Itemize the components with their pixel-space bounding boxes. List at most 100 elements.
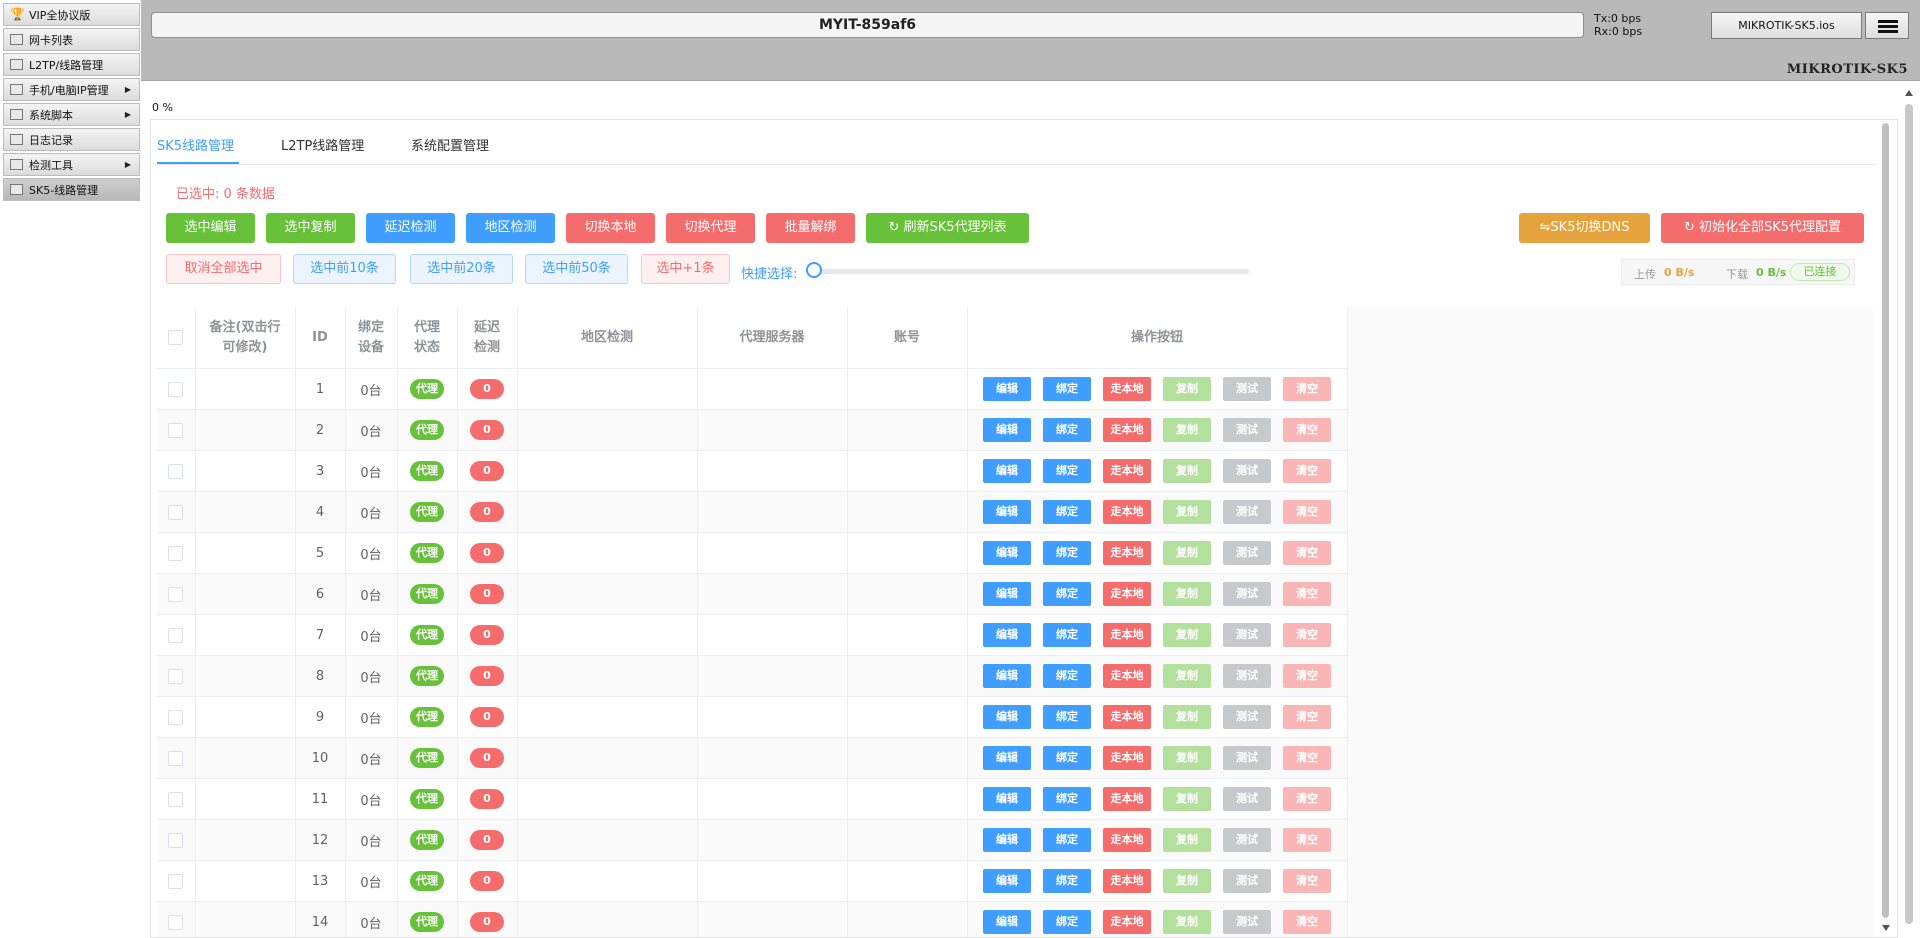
panel-scrollbar[interactable] [1880,120,1894,935]
table-row[interactable]: 8 0台 代理 0 编辑 绑定 走本地 复制 测试 清空 [157,655,1348,697]
select-copy-button[interactable]: 选中复制 [266,213,355,243]
edit-button[interactable]: 编辑 [983,459,1031,483]
test-button[interactable]: 测试 [1223,828,1271,852]
row-checkbox[interactable] [168,668,184,684]
table-row[interactable]: 11 0台 代理 0 编辑 绑定 走本地 复制 测试 清空 [157,778,1348,820]
clear-button[interactable]: 清空 [1283,500,1331,524]
test-button[interactable]: 测试 [1223,869,1271,893]
copy-button[interactable]: 复制 [1163,746,1211,770]
test-button[interactable]: 测试 [1223,664,1271,688]
copy-button[interactable]: 复制 [1163,910,1211,934]
local-button[interactable]: 走本地 [1103,500,1151,524]
edit-button[interactable]: 编辑 [983,377,1031,401]
bind-button[interactable]: 绑定 [1043,500,1091,524]
test-button[interactable]: 测试 [1223,377,1271,401]
clear-button[interactable]: 清空 [1283,377,1331,401]
local-button[interactable]: 走本地 [1103,828,1151,852]
tab-system-config[interactable]: 系统配置管理 [411,135,489,154]
sidebar-item-1[interactable]: 网卡列表 [3,28,140,51]
copy-button[interactable]: 复制 [1163,418,1211,442]
edit-button[interactable]: 编辑 [983,869,1031,893]
latency-test-button[interactable]: 延迟检测 [366,213,455,243]
bind-button[interactable]: 绑定 [1043,377,1091,401]
row-checkbox[interactable] [168,832,184,848]
bind-button[interactable]: 绑定 [1043,705,1091,729]
remark-cell[interactable] [195,696,296,738]
edit-button[interactable]: 编辑 [983,910,1031,934]
row-checkbox[interactable] [168,709,184,725]
test-button[interactable]: 测试 [1223,500,1271,524]
edit-button[interactable]: 编辑 [983,828,1031,852]
row-checkbox[interactable] [168,873,184,889]
sidebar-item-0[interactable]: 🏆 VIP全协议版 [3,3,140,26]
clear-button[interactable]: 清空 [1283,664,1331,688]
region-test-button[interactable]: 地区检测 [466,213,555,243]
remark-cell[interactable] [195,450,296,492]
clear-button[interactable]: 清空 [1283,787,1331,811]
test-button[interactable]: 测试 [1223,623,1271,647]
remark-cell[interactable] [195,901,296,937]
sidebar-item-3[interactable]: 手机/电脑IP管理 ▶ [3,78,140,101]
slider-handle[interactable] [806,262,822,278]
deselect-all-button[interactable]: 取消全部选中 [166,254,281,284]
test-button[interactable]: 测试 [1223,541,1271,565]
bind-button[interactable]: 绑定 [1043,418,1091,442]
remark-cell[interactable] [195,737,296,779]
clear-button[interactable]: 清空 [1283,623,1331,647]
copy-button[interactable]: 复制 [1163,787,1211,811]
bind-button[interactable]: 绑定 [1043,623,1091,647]
edit-button[interactable]: 编辑 [983,623,1031,647]
bind-button[interactable]: 绑定 [1043,828,1091,852]
remark-cell[interactable] [195,368,296,410]
sidebar-item-7[interactable]: SK5-线路管理 [3,178,140,201]
row-checkbox[interactable] [168,545,184,561]
scroll-thumb[interactable] [1882,123,1889,918]
select-edit-button[interactable]: 选中编辑 [166,213,255,243]
bind-button[interactable]: 绑定 [1043,541,1091,565]
edit-button[interactable]: 编辑 [983,705,1031,729]
table-row[interactable]: 4 0台 代理 0 编辑 绑定 走本地 复制 测试 清空 [157,491,1348,533]
edit-button[interactable]: 编辑 [983,664,1031,688]
test-button[interactable]: 测试 [1223,418,1271,442]
clear-button[interactable]: 清空 [1283,459,1331,483]
local-button[interactable]: 走本地 [1103,869,1151,893]
copy-button[interactable]: 复制 [1163,623,1211,647]
edit-button[interactable]: 编辑 [983,582,1031,606]
row-checkbox[interactable] [168,586,184,602]
select-first10-button[interactable]: 选中前10条 [293,254,396,284]
local-button[interactable]: 走本地 [1103,746,1151,770]
table-row[interactable]: 12 0台 代理 0 编辑 绑定 走本地 复制 测试 清空 [157,819,1348,861]
row-checkbox[interactable] [168,463,184,479]
tab-l2tp-lines[interactable]: L2TP线路管理 [281,135,364,154]
select-first20-button[interactable]: 选中前20条 [410,254,513,284]
tab-sk5-lines[interactable]: SK5线路管理 [157,135,234,154]
table-row[interactable]: 3 0台 代理 0 编辑 绑定 走本地 复制 测试 清空 [157,450,1348,492]
remark-cell[interactable] [195,819,296,861]
local-button[interactable]: 走本地 [1103,705,1151,729]
copy-button[interactable]: 复制 [1163,869,1211,893]
local-button[interactable]: 走本地 [1103,418,1151,442]
row-checkbox[interactable] [168,422,184,438]
sidebar-item-2[interactable]: L2TP/线路管理 [3,53,140,76]
bind-button[interactable]: 绑定 [1043,746,1091,770]
local-button[interactable]: 走本地 [1103,541,1151,565]
page-scroll-thumb[interactable] [1905,104,1913,924]
clear-button[interactable]: 清空 [1283,828,1331,852]
copy-button[interactable]: 复制 [1163,705,1211,729]
refresh-list-button[interactable]: ↻ 刷新SK5代理列表 [866,213,1029,243]
edit-button[interactable]: 编辑 [983,418,1031,442]
bind-button[interactable]: 绑定 [1043,787,1091,811]
remark-cell[interactable] [195,778,296,820]
switch-proxy-button[interactable]: 切换代理 [666,213,755,243]
table-row[interactable]: 14 0台 代理 0 编辑 绑定 走本地 复制 测试 清空 [157,901,1348,937]
remark-cell[interactable] [195,655,296,697]
edit-button[interactable]: 编辑 [983,746,1031,770]
sidebar-item-4[interactable]: 系统脚本 ▶ [3,103,140,126]
local-button[interactable]: 走本地 [1103,787,1151,811]
copy-button[interactable]: 复制 [1163,828,1211,852]
edit-button[interactable]: 编辑 [983,541,1031,565]
remark-cell[interactable] [195,573,296,615]
init-all-button[interactable]: ↻ 初始化全部SK5代理配置 [1661,213,1864,243]
clear-button[interactable]: 清空 [1283,582,1331,606]
row-checkbox[interactable] [168,381,184,397]
